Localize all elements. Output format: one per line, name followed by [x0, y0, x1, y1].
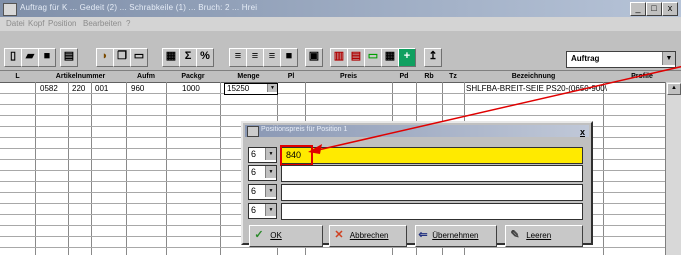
- annotation-arrow: [308, 65, 681, 154]
